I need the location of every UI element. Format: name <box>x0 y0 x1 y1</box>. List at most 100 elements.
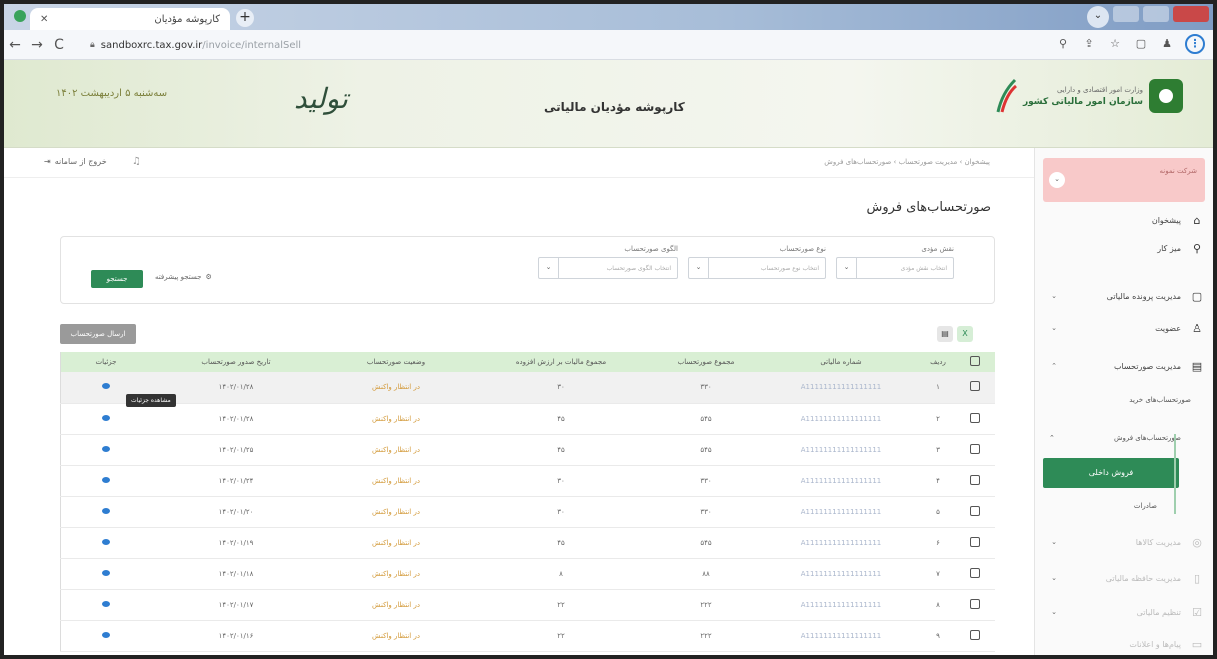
screen: کارپوشه مؤدیان ✕ + ⌄ ← → C 🔒︎ sandboxrc.… <box>0 0 1217 659</box>
sidebar-item-tax-memory[interactable]: ▯ مدیریت حافظه مالیاتی ⌄ <box>1043 568 1205 588</box>
total-cell: ۳۳۰ <box>651 372 761 404</box>
new-tab-button[interactable]: + <box>236 9 254 27</box>
search-button[interactable]: جستجو <box>91 270 143 288</box>
logout-link[interactable]: ⇥ خروج از سامانه <box>44 157 107 166</box>
send-invoice-button[interactable]: ارسال صورتحساب <box>60 324 136 344</box>
browser-menu-icon[interactable]: ⋮ <box>1185 34 1205 54</box>
details-cell[interactable] <box>60 496 151 528</box>
tab-search-icon[interactable]: ⌄ <box>1087 6 1109 28</box>
sidebar-item-goods[interactable]: ◎ مدیریت کالاها ⌄ <box>1043 532 1205 552</box>
row-checkbox[interactable] <box>970 505 980 516</box>
browser-tab[interactable]: کارپوشه مؤدیان ✕ <box>30 8 230 30</box>
column-settings-icon[interactable]: ▤ <box>937 326 953 342</box>
row-select-cell[interactable] <box>955 527 995 559</box>
user-menu-chevron-icon[interactable]: ⌄ <box>1049 172 1065 188</box>
view-details-icon[interactable] <box>102 569 110 576</box>
view-details-icon[interactable] <box>102 414 110 421</box>
user-name: شرکت نمونه <box>1159 167 1197 175</box>
sidebar-item-membership[interactable]: ♙ عضویت ⌄ <box>1043 318 1205 338</box>
sidebar-item-invoice-management[interactable]: ▤ مدیریت صورتحساب ⌃ <box>1043 356 1205 376</box>
sidepanel-icon[interactable]: ▢ <box>1133 36 1149 52</box>
view-details-icon[interactable] <box>102 507 110 514</box>
share-icon[interactable]: ⇪ <box>1081 36 1097 52</box>
sidebar-item-internal-sales[interactable]: فروش داخلی <box>1043 458 1179 488</box>
row-select-cell[interactable] <box>955 372 995 404</box>
issue-date-cell: ۱۴۰۲/۰۱/۲۴ <box>151 465 321 497</box>
table-row[interactable]: ۹ A11111111111111111 ۲۲۲ ۲۲ در انتظار واکنش ۱… <box>60 620 995 652</box>
row-checkbox[interactable] <box>970 412 980 423</box>
taxpayer-role-select[interactable]: انتخاب نقش مؤدی ⌄ <box>836 257 954 279</box>
user-card[interactable]: ⌄ شرکت نمونه <box>1043 158 1205 202</box>
details-cell[interactable] <box>60 465 151 497</box>
row-checkbox[interactable] <box>970 474 980 485</box>
row-checkbox[interactable] <box>970 443 980 454</box>
close-window-button[interactable] <box>1173 6 1209 22</box>
vat-cell: ۸ <box>471 558 651 590</box>
bookmark-star-icon[interactable]: ☆ <box>1107 36 1123 52</box>
view-details-icon[interactable] <box>102 476 110 483</box>
sidebar-sub-export[interactable]: صادرات <box>1134 502 1157 510</box>
select-all-cell[interactable] <box>955 352 995 372</box>
row-select-cell[interactable] <box>955 434 995 466</box>
row-select-cell[interactable] <box>955 496 995 528</box>
forward-icon[interactable]: → <box>26 37 48 53</box>
maximize-button[interactable] <box>1143 6 1169 22</box>
table-row[interactable]: ۲ A11111111111111111 ۵۴۵ ۴۵ در انتظار واکنش ۱… <box>60 403 995 435</box>
view-details-icon[interactable] <box>102 445 110 452</box>
tab-close-icon[interactable]: ✕ <box>40 14 48 25</box>
sidebar-item-tax-settings[interactable]: ☑ تنظیم مالیاتی ⌄ <box>1043 602 1205 622</box>
row-checkbox[interactable] <box>970 629 980 640</box>
sidebar-item-messages[interactable]: ▭ پیام‌ها و اعلانات <box>1043 634 1205 654</box>
reload-icon[interactable]: C <box>48 37 70 53</box>
row-checkbox[interactable] <box>970 598 980 609</box>
table-row[interactable]: ۵ A11111111111111111 ۳۳۰ ۳۰ در انتظار واکنش ۱… <box>60 496 995 528</box>
table-row[interactable]: ۸ A11111111111111111 ۲۲۲ ۲۲ در انتظار واکنش ۱… <box>60 589 995 621</box>
details-cell[interactable] <box>60 620 151 652</box>
row-checkbox[interactable] <box>970 536 980 547</box>
chevron-up-icon[interactable]: ⌃ <box>1049 434 1055 442</box>
details-cell[interactable] <box>60 403 151 435</box>
address-bar[interactable]: 🔒︎ sandboxrc.tax.gov.ir/invoice/internal… <box>90 35 1035 55</box>
sidebar-item-dashboard[interactable]: ⌂ پیشخوان <box>1043 210 1205 230</box>
notification-bell-icon[interactable]: ♫ <box>132 156 141 167</box>
select-all-checkbox[interactable] <box>970 356 980 366</box>
zoom-icon[interactable]: ⚲ <box>1055 36 1071 52</box>
page-title: صورتحساب‌های فروش <box>866 200 992 215</box>
profile-icon[interactable]: ♟ <box>1159 36 1175 52</box>
sidebar-item-desk[interactable]: ⚲ میز کار <box>1043 238 1205 258</box>
invoice-pattern-select[interactable]: انتخاب الگوی صورتحساب ⌄ <box>538 257 678 279</box>
row-select-cell[interactable] <box>955 589 995 621</box>
row-checkbox[interactable] <box>970 381 980 392</box>
vat-cell: ۴۵ <box>471 527 651 559</box>
url-text: sandboxrc.tax.gov.ir/invoice/internalSel… <box>100 39 302 51</box>
view-details-icon[interactable] <box>102 631 110 638</box>
table-row[interactable]: ۴ A11111111111111111 ۳۳۰ ۳۰ در انتظار واکنش ۱… <box>60 465 995 497</box>
advanced-search-toggle[interactable]: جستجو پیشرفته ⚙ <box>155 273 212 281</box>
breadcrumb[interactable]: پیشخوان › مدیریت صورتحساب › صورتحساب‌های… <box>824 158 990 166</box>
table-row[interactable]: ۶ A11111111111111111 ۵۴۵ ۴۵ در انتظار واکنش ۱… <box>60 527 995 559</box>
issue-date-cell: ۱۴۰۲/۰۱/۲۰ <box>151 496 321 528</box>
details-cell[interactable] <box>60 527 151 559</box>
minimize-button[interactable] <box>1113 6 1139 22</box>
view-details-icon[interactable] <box>102 383 110 390</box>
file-icon: ▢ <box>1191 289 1203 303</box>
row-checkbox[interactable] <box>970 567 980 578</box>
invoice-type-select[interactable]: انتخاب نوع صورتحساب ⌄ <box>688 257 826 279</box>
details-cell[interactable] <box>60 434 151 466</box>
sidebar-sub-buy-invoices[interactable]: صورتحساب‌های خرید <box>1129 396 1191 404</box>
table-row[interactable]: ۳ A11111111111111111 ۵۴۵ ۴۵ در انتظار واکنش ۱… <box>60 434 995 466</box>
table-row[interactable]: ۱ A11111111111111111 ۳۳۰ ۳۰ در انتظار واکنش ۱… <box>60 372 995 404</box>
sidebar-sub-sell-invoices[interactable]: صورتحساب‌های فروش <box>1114 434 1181 442</box>
row-select-cell[interactable] <box>955 558 995 590</box>
row-select-cell[interactable] <box>955 403 995 435</box>
sidebar-item-tax-file[interactable]: ▢ مدیریت پرونده مالیاتی ⌄ <box>1043 286 1205 306</box>
view-details-icon[interactable] <box>102 538 110 545</box>
row-select-cell[interactable] <box>955 465 995 497</box>
table-row[interactable]: ۷ A11111111111111111 ۸۸ ۸ در انتظار واکنش ۱۴۰… <box>60 558 995 590</box>
excel-export-icon[interactable]: X <box>957 326 973 342</box>
back-icon[interactable]: ← <box>4 37 26 53</box>
row-select-cell[interactable] <box>955 620 995 652</box>
details-cell[interactable] <box>60 558 151 590</box>
details-cell[interactable] <box>60 589 151 621</box>
view-details-icon[interactable] <box>102 600 110 607</box>
